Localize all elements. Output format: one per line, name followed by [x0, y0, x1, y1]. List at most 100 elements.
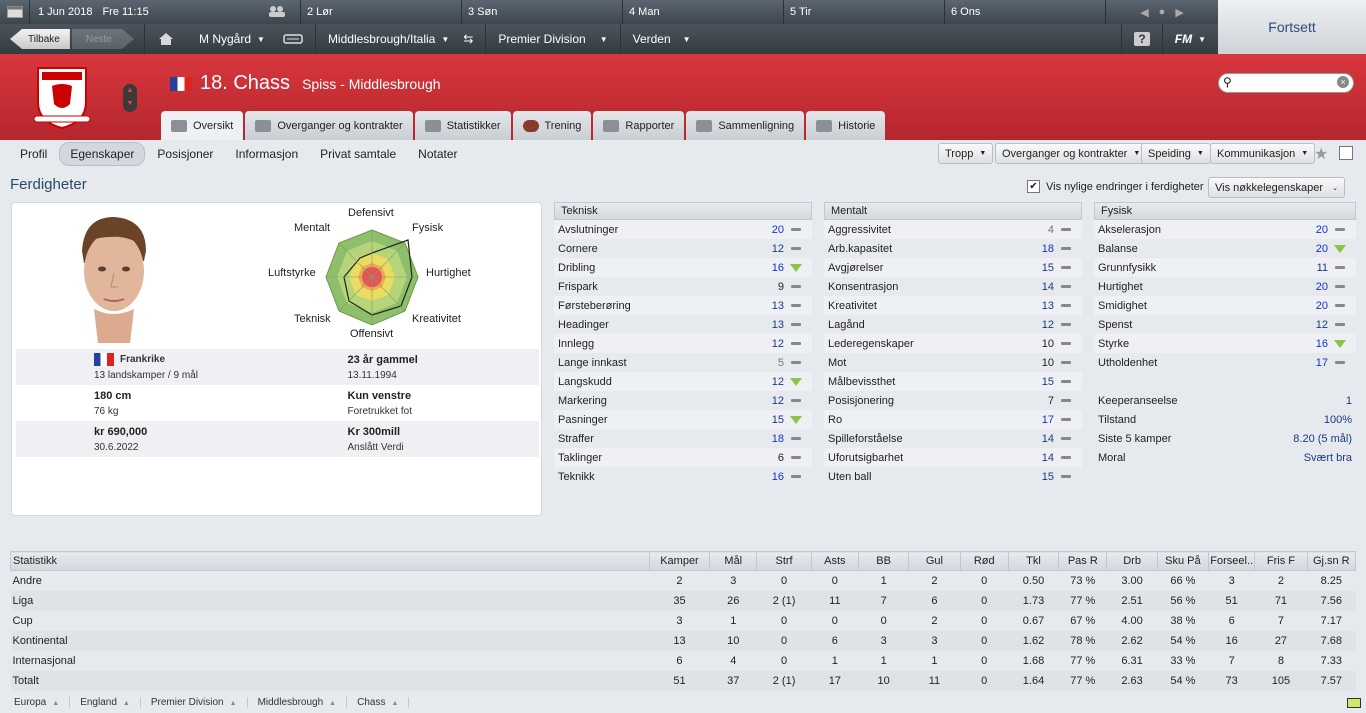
attribute-row[interactable]: Mot 10: [824, 353, 1082, 372]
attribute-row[interactable]: Cornere 12: [554, 239, 812, 258]
tab-comparison[interactable]: Sammenligning: [686, 111, 805, 140]
tab-overview[interactable]: Oversikt: [161, 111, 244, 140]
subnav-information[interactable]: Informasjon: [225, 143, 308, 165]
day-cell[interactable]: 2 Lør: [300, 0, 461, 24]
column-header[interactable]: Pas R: [1058, 551, 1108, 571]
club-menu[interactable]: Middlesbrough/Italia ▼ ⇆: [314, 24, 485, 54]
communication-dropdown[interactable]: Kommunikasjon ▼: [1210, 143, 1316, 164]
attribute-row[interactable]: Arb.kapasitet 18: [824, 239, 1082, 258]
star-icon[interactable]: ★: [1314, 144, 1328, 164]
column-header[interactable]: Gul: [908, 551, 961, 571]
attribute-row[interactable]: Førsteberøring 13: [554, 296, 812, 315]
attribute-row[interactable]: Avslutninger 20: [554, 220, 812, 239]
table-row[interactable]: Totalt 51 37 2 (1) 17 10 11 0 1.64 77 % 2.63 54 % 73…: [10, 670, 1356, 691]
attribute-row[interactable]: Avgjørelser 15: [824, 258, 1082, 277]
back-button[interactable]: Tilbake: [10, 29, 70, 49]
transfers-dropdown[interactable]: Overganger og kontrakter ▼: [995, 143, 1148, 164]
column-header[interactable]: Rød: [959, 551, 1009, 571]
attribute-row[interactable]: Teknikk 16: [554, 467, 812, 486]
attribute-row[interactable]: Balanse 20: [1094, 239, 1356, 258]
breadcrumb-item[interactable]: Chass ▲: [357, 697, 410, 708]
attribute-row[interactable]: Markering 12: [554, 391, 812, 410]
attribute-row[interactable]: Lange innkast 5: [554, 353, 812, 372]
competition-menu[interactable]: Premier Division ▼: [485, 24, 619, 54]
column-header[interactable]: Fris F: [1254, 551, 1308, 571]
column-header[interactable]: Gj.sn R: [1306, 551, 1357, 571]
table-row[interactable]: Liga 35 26 2 (1) 11 7 6 0 1.73 77 % 2.51 56 % 51 71 7.…: [10, 590, 1356, 611]
attribute-row[interactable]: Lagånd 12: [824, 315, 1082, 334]
attribute-row[interactable]: Målbevissthet 15: [824, 372, 1082, 391]
key-attributes-dropdown[interactable]: Vis nøkkelegenskaper ⌄: [1208, 177, 1345, 198]
table-row[interactable]: Andre 2 3 0 0 1 2 0 0.50 73 % 3.00 66 % 3 2 8.25: [11, 571, 1356, 591]
column-header[interactable]: BB: [857, 551, 910, 571]
tab-training[interactable]: Trening: [512, 111, 592, 140]
column-header[interactable]: Mål: [709, 551, 758, 571]
prev-day-icon[interactable]: ◀: [1140, 6, 1148, 19]
attribute-row[interactable]: Hurtighet 20: [1094, 277, 1356, 296]
breadcrumb-item[interactable]: Middlesbrough ▲: [258, 697, 348, 708]
column-header[interactable]: Kamper: [648, 551, 711, 571]
subnav-attributes[interactable]: Egenskaper: [59, 142, 146, 166]
table-row[interactable]: Internasjonal 6 4 0 1 1 1 0 1.68 77 % 6.31 33 % 7 8 7.…: [11, 651, 1356, 671]
attribute-row[interactable]: Taklinger 6: [554, 448, 812, 467]
clear-icon[interactable]: ×: [1337, 76, 1349, 88]
tab-reports[interactable]: Rapporter: [593, 111, 685, 140]
attribute-row[interactable]: Frispark 9: [554, 277, 812, 296]
world-menu[interactable]: Verden ▼: [619, 24, 703, 54]
attribute-row[interactable]: Lederegenskaper 10: [824, 334, 1082, 353]
attribute-row[interactable]: Styrke 16: [1094, 334, 1356, 353]
column-header[interactable]: Strf: [756, 551, 812, 571]
attribute-row[interactable]: Aggressivitet 4: [824, 220, 1082, 239]
day-cell[interactable]: 6 Ons: [944, 0, 1105, 24]
scouting-dropdown[interactable]: Speiding ▼: [1141, 143, 1211, 164]
recent-changes-toggle[interactable]: ✔ Vis nylige endringer i ferdigheter: [1027, 180, 1204, 193]
manager-menu[interactable]: M Nygård ▼: [187, 24, 315, 54]
attribute-row[interactable]: Posisjonering 7: [824, 391, 1082, 410]
attribute-row[interactable]: Pasninger 15: [554, 410, 812, 429]
fm-menu[interactable]: FM ▼: [1161, 24, 1218, 54]
swap-icon[interactable]: ⇆: [463, 32, 473, 46]
column-header[interactable]: Tkl: [1007, 551, 1060, 571]
attribute-row[interactable]: Grunnfysikk 11: [1094, 258, 1356, 277]
column-header[interactable]: Drb: [1106, 551, 1158, 571]
record-icon[interactable]: ●: [1159, 6, 1166, 18]
subnav-positions[interactable]: Posisjoner: [147, 143, 223, 165]
breadcrumb-item[interactable]: England ▲: [80, 697, 141, 708]
table-row[interactable]: Kontinental 13 10 0 6 3 3 0 1.62 78 % 2.62 54 % 16 27…: [10, 630, 1356, 651]
attribute-row[interactable]: Utholdenhet 17: [1094, 353, 1356, 372]
help-button[interactable]: ?: [1121, 24, 1161, 54]
day-cell[interactable]: 5 Tir: [783, 0, 944, 24]
table-row[interactable]: Cup 3 1 0 0 0 2 0 0.67 67 % 4.00 38 % 6 7 7.17: [11, 611, 1356, 631]
day-cell[interactable]: 4 Man: [622, 0, 783, 24]
attribute-row[interactable]: Uforutsigbarhet 14: [824, 448, 1082, 467]
attribute-row[interactable]: Langskudd 12: [554, 372, 812, 391]
attribute-row[interactable]: Konsentrasjon 14: [824, 277, 1082, 296]
squad-dropdown[interactable]: Tropp ▼: [938, 143, 994, 164]
attribute-row[interactable]: Straffer 18: [554, 429, 812, 448]
tab-transfers[interactable]: Overganger og kontrakter: [245, 111, 413, 140]
column-header[interactable]: Sku På: [1156, 551, 1210, 571]
tab-history[interactable]: Historie: [806, 111, 886, 140]
forward-button[interactable]: Neste: [72, 29, 134, 49]
next-day-icon[interactable]: ▶: [1175, 6, 1183, 19]
attribute-row[interactable]: Smidighet 20: [1094, 296, 1356, 315]
tab-statistics[interactable]: Statistikker: [414, 111, 511, 140]
attribute-row[interactable]: Akselerasjon 20: [1094, 220, 1356, 239]
search-input[interactable]: ⚲ ×: [1218, 73, 1354, 93]
breadcrumb-item[interactable]: Europa ▲: [14, 697, 71, 708]
people-icon[interactable]: [268, 5, 286, 20]
column-header[interactable]: Forseel..: [1208, 551, 1256, 571]
day-cell[interactable]: 3 Søn: [461, 0, 622, 24]
attribute-row[interactable]: Kreativitet 13: [824, 296, 1082, 315]
player-switch-arrows[interactable]: ▲ ▼: [123, 84, 137, 112]
subnav-notes[interactable]: Notater: [408, 143, 467, 165]
calendar-icon[interactable]: [0, 0, 30, 24]
column-header[interactable]: Asts: [810, 551, 859, 571]
attribute-row[interactable]: Headinger 13: [554, 315, 812, 334]
attribute-row[interactable]: Spenst 12: [1094, 315, 1356, 334]
column-header[interactable]: Statistikk: [10, 551, 650, 571]
subnav-private-chat[interactable]: Privat samtale: [310, 143, 406, 165]
continue-button[interactable]: Fortsett: [1218, 0, 1366, 54]
attribute-row[interactable]: Ro 17: [824, 410, 1082, 429]
attribute-row[interactable]: Spilleforståelse 14: [824, 429, 1082, 448]
